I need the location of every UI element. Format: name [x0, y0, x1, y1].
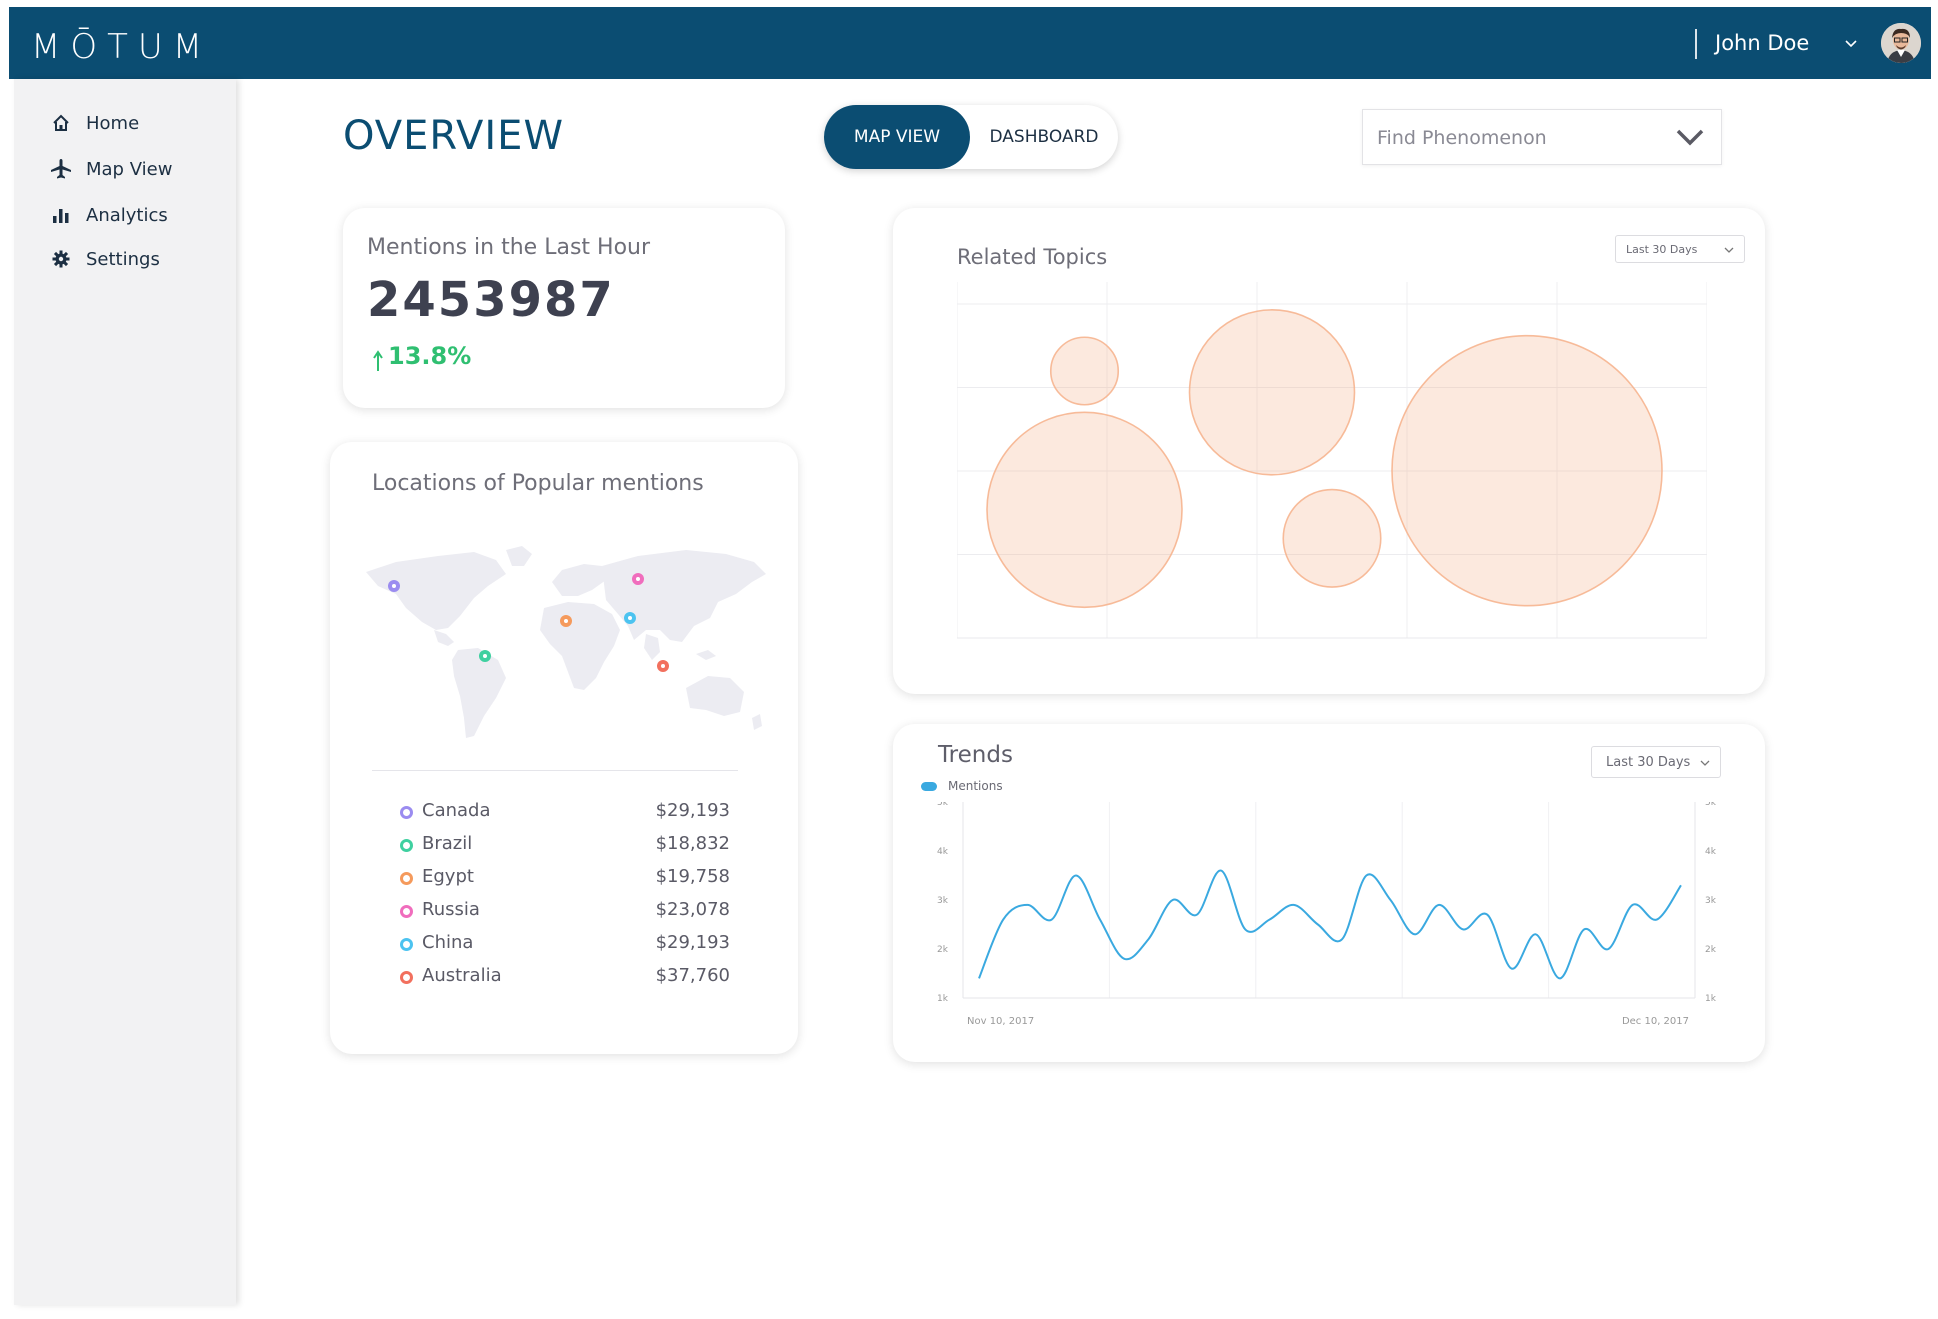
location-name: Egypt [422, 866, 474, 887]
mentions-value: 2453987 [367, 272, 615, 328]
related-topics-card: Related Topics Last 30 Days [893, 208, 1765, 694]
trends-title: Trends [938, 742, 1013, 768]
location-name: Canada [422, 800, 491, 821]
location-name: Brazil [422, 833, 473, 854]
y-tick-label-right: 3k [1705, 896, 1717, 906]
y-tick-label-left: 4k [937, 847, 949, 857]
location-value: $29,193 [655, 800, 730, 821]
sidebar-item-label: Map View [86, 158, 173, 180]
mentions-card: Mentions in the Last Hour 2453987 13.8% [343, 208, 785, 408]
range-select[interactable]: Last 30 Days [1591, 746, 1721, 778]
plane-icon [50, 158, 72, 180]
view-toggle: MAP VIEW DASHBOARD [824, 105, 1118, 169]
bar-chart-icon [50, 204, 72, 226]
x-tick-label: Dec 10, 2017 [1622, 1016, 1689, 1027]
list-item[interactable]: Australia $37,760 [400, 965, 730, 991]
find-phenomenon-select[interactable]: Find Phenomenon [1362, 109, 1722, 165]
location-name: China [422, 932, 474, 953]
arrow-up-icon [373, 350, 383, 371]
top-bar: MŌTUM John Doe [9, 7, 1931, 79]
y-tick-label-right: 2k [1705, 945, 1717, 955]
location-name: Russia [422, 899, 480, 920]
home-icon [50, 112, 72, 134]
topic-bubble[interactable] [986, 411, 1183, 609]
chevron-down-icon [1724, 247, 1734, 253]
y-tick-label-left: 2k [937, 945, 949, 955]
sidebar-item-label: Analytics [86, 204, 168, 226]
location-value: $29,193 [655, 932, 730, 953]
mentions-title: Mentions in the Last Hour [367, 235, 651, 260]
topic-bubble[interactable] [1188, 309, 1356, 476]
list-item[interactable]: Egypt $19,758 [400, 866, 730, 892]
y-tick-label-right: 4k [1705, 847, 1717, 857]
location-value: $23,078 [655, 899, 730, 920]
user-name[interactable]: John Doe [1715, 31, 1809, 55]
dashboard-tab[interactable]: DASHBOARD [970, 105, 1118, 169]
sidebar-item-home[interactable]: Home [50, 109, 139, 137]
legend-dot [400, 806, 413, 819]
x-tick-label: Nov 10, 2017 [967, 1016, 1034, 1027]
legend-dot [400, 971, 413, 984]
mentions-change: 13.8% [388, 342, 472, 370]
y-tick-label-left: 3k [937, 896, 949, 906]
trends-line-chart[interactable]: 1k 1k 2k 2k 3k 3k 4k 4k 5k 5k Nov 10, 2017 Dec 10, … [913, 802, 1745, 1042]
y-tick-label-left: 5k [937, 802, 949, 808]
bubble-chart[interactable] [957, 282, 1707, 648]
chart-grid [962, 802, 1696, 999]
location-name: Australia [422, 965, 502, 986]
locations-card: Locations of Popular mentions Canada $29… [330, 442, 798, 1054]
range-select-value: Last 30 Days [1606, 755, 1691, 770]
chevron-down-icon[interactable] [1843, 35, 1859, 51]
find-phenomenon-placeholder: Find Phenomenon [1377, 127, 1547, 149]
y-tick-label-right: 5k [1705, 802, 1717, 808]
list-item[interactable]: China $29,193 [400, 932, 730, 958]
gear-icon [50, 248, 72, 270]
app-logo[interactable]: MŌTUM [31, 27, 212, 67]
range-select[interactable]: Last 30 Days [1615, 235, 1745, 263]
series-line-mentions[interactable] [978, 869, 1682, 980]
legend-label: Mentions [948, 779, 1003, 793]
sidebar-item-label: Home [86, 112, 140, 134]
location-value: $18,832 [655, 833, 730, 854]
sidebar-item-label: Settings [86, 248, 160, 270]
trends-card: Trends Mentions Last 30 Days 1k 1k 2k 2k 3k 3… [893, 724, 1765, 1062]
legend-dot [400, 872, 413, 885]
y-tick-label-left: 1k [937, 994, 949, 1004]
sidebar-item-analytics[interactable]: Analytics [50, 201, 168, 229]
map-view-tab[interactable]: MAP VIEW [824, 105, 970, 169]
list-item[interactable]: Brazil $18,832 [400, 833, 730, 859]
sidebar-item-settings[interactable]: Settings [50, 245, 160, 273]
legend-dot [400, 839, 413, 852]
location-value: $37,760 [655, 965, 730, 986]
page-title: OVERVIEW [343, 113, 565, 159]
legend-dot [400, 938, 413, 951]
locations-title: Locations of Popular mentions [372, 471, 704, 496]
y-tick-label-right: 1k [1705, 994, 1717, 1004]
topic-bubble[interactable] [1049, 336, 1120, 406]
list-item[interactable]: Canada $29,193 [400, 800, 730, 826]
location-value: $19,758 [655, 866, 730, 887]
topic-bubble[interactable] [1282, 488, 1382, 588]
list-item[interactable]: Russia $23,078 [400, 899, 730, 925]
user-divider [1695, 29, 1697, 59]
topic-bubble[interactable] [1391, 334, 1663, 607]
chevron-down-icon[interactable] [1675, 126, 1705, 148]
related-topics-title: Related Topics [957, 245, 1108, 269]
divider [372, 770, 738, 771]
avatar[interactable] [1881, 23, 1921, 63]
sidebar: Home Map View Analytics Settings [14, 79, 236, 1305]
legend-swatch [921, 782, 937, 791]
legend-dot [400, 905, 413, 918]
range-select-value: Last 30 Days [1626, 243, 1698, 256]
world-map[interactable] [356, 538, 776, 748]
sidebar-item-map-view[interactable]: Map View [50, 155, 172, 183]
chevron-down-icon [1700, 760, 1710, 766]
